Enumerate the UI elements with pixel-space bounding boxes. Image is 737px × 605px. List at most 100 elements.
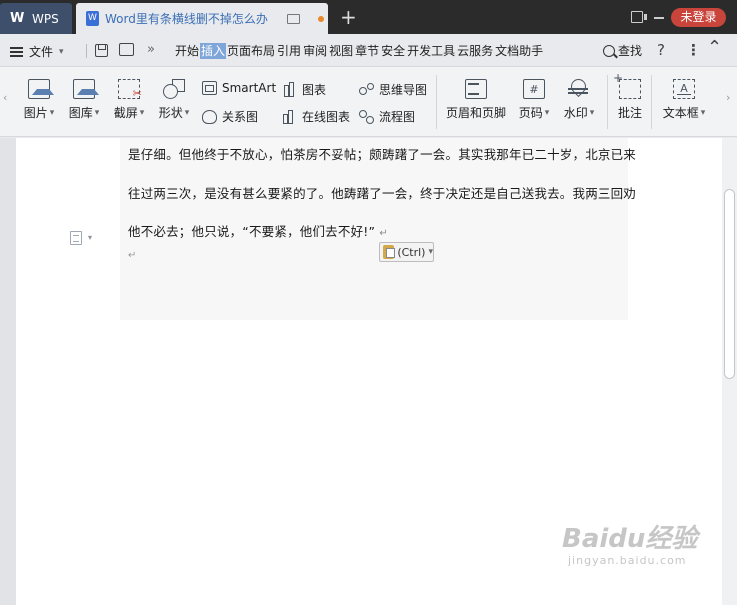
picture-label: 图片 (23, 106, 48, 120)
watermark-icon (568, 79, 590, 99)
document-tab-title: Word里有条横线删不掉怎么办 (105, 12, 268, 26)
chevron-down-icon: ▾ (59, 46, 64, 57)
tab-developer[interactable]: 开发工具 (406, 43, 456, 59)
chevron-down-icon: ▾ (184, 107, 190, 118)
document-tab[interactable]: W Word里有条横线删不掉怎么办 (76, 3, 328, 34)
online-chart-button[interactable]: 在线图表 (282, 108, 350, 125)
screenshot-label: 截屏 (113, 106, 138, 120)
login-button[interactable]: 未登录 (671, 8, 726, 27)
textbox-button[interactable]: A 文本框 ▾ (661, 79, 707, 121)
ribbon-divider (607, 75, 608, 129)
monitor-icon[interactable] (287, 13, 300, 24)
tab-references[interactable]: 引用 (276, 43, 302, 59)
paragraph-mark-icon: ↵ (379, 228, 388, 239)
chevron-down-icon: ▾ (589, 107, 595, 118)
tab-home[interactable]: 开始 (174, 43, 200, 59)
chevron-down-icon[interactable]: ▾ (88, 233, 92, 242)
window-mode-icon[interactable] (631, 11, 647, 23)
wps-home-tab[interactable]: W WPS (0, 3, 72, 34)
watermark-logo-text: Baidu经验 (562, 524, 698, 554)
file-menu-label: 文件 (29, 45, 54, 59)
gallery-icon (73, 79, 99, 99)
document-margin-icon[interactable] (70, 231, 82, 245)
page-number-label: 页码 (518, 106, 543, 120)
smartart-button[interactable]: SmartArt (202, 81, 276, 95)
save-icon[interactable] (95, 44, 108, 57)
flowchart-label: 流程图 (379, 110, 416, 124)
smartart-label: SmartArt (222, 81, 277, 95)
header-footer-button[interactable]: 页眉和页脚 (445, 79, 507, 121)
chart-button[interactable]: 图表 (282, 81, 326, 98)
mindmap-button[interactable]: 思维导图 (359, 81, 427, 98)
word-doc-icon: W (86, 11, 99, 26)
flowchart-button[interactable]: 流程图 (359, 108, 415, 125)
mindmap-icon (359, 82, 374, 97)
watermark-label: 水印 (563, 106, 588, 120)
minimize-icon[interactable] (654, 17, 664, 19)
clipboard-icon (383, 245, 396, 259)
tab-insert[interactable]: 插入 (200, 43, 227, 59)
relation-chart-icon (202, 109, 217, 124)
wps-logo-icon: W (10, 10, 25, 26)
document-line-2-text: 往过两三次，是没有甚么要紧的了。他踌躇了一会，终于决定还是自己送我去。我两三回劝 (128, 186, 637, 201)
tab-review[interactable]: 审阅 (302, 43, 328, 59)
paste-options-button[interactable]: (Ctrl) ▾ (379, 242, 434, 262)
document-line-2[interactable]: 往过两三次，是没有甚么要紧的了。他踌躇了一会，终于决定还是自己送我去。我两三回劝 (128, 183, 636, 202)
chevron-down-icon: ▾ (700, 107, 706, 118)
print-icon[interactable] (119, 43, 134, 56)
bar-chart-icon (282, 81, 297, 97)
tab-section[interactable]: 章节 (354, 43, 380, 59)
unsaved-dot-icon (318, 15, 324, 22)
divider (86, 44, 87, 58)
online-chart-label: 在线图表 (302, 110, 351, 124)
scissors-icon: ✂ (132, 87, 142, 100)
textbox-label: 文本框 (662, 106, 699, 120)
chevron-down-icon: ▾ (49, 107, 55, 118)
watermark-button[interactable]: 水印 ▾ (561, 79, 597, 121)
file-menu-button[interactable]: 文件 ▾ (10, 43, 64, 60)
header-footer-label: 页眉和页脚 (445, 106, 506, 120)
online-chart-icon (282, 109, 297, 124)
document-line-3[interactable]: 他不必去；他只说，“不要紧，他们去不好!” ↵ (128, 221, 388, 240)
document-line-1-text: 是仔细。但他终于不放心，怕茶房不妥帖；颇踌躇了一会。其实我那年已二十岁，北京已来 (128, 147, 637, 162)
screenshot-icon: ✂ (118, 79, 142, 100)
document-line-3-text: 他不必去；他只说，“不要紧，他们去不好!” (128, 224, 376, 239)
mindmap-label: 思维导图 (379, 83, 428, 97)
shape-icon (163, 79, 185, 99)
relation-chart-button[interactable]: 关系图 (202, 108, 258, 125)
tab-page-layout[interactable]: 页面布局 (226, 43, 276, 59)
menu-bar: 文件 ▾ » 开始 插入 页面布局 引用 审阅 视图 章节 安全 开发工具 云服… (0, 34, 737, 67)
find-button[interactable]: 查找 (603, 42, 642, 59)
more-chevron-icon[interactable]: » (147, 42, 155, 57)
gallery-button[interactable]: 图库 ▾ (67, 79, 101, 121)
screenshot-button[interactable]: ✂ 截屏 ▾ (112, 79, 146, 121)
ribbon-scroll-left-icon[interactable]: ‹ (3, 91, 7, 104)
vertical-scrollbar[interactable] (722, 138, 737, 605)
smartart-icon (202, 81, 217, 95)
picture-button[interactable]: 图片 ▾ (22, 79, 56, 121)
header-footer-icon (465, 79, 487, 99)
shape-circle-icon (163, 84, 178, 99)
collapse-ribbon-icon[interactable]: ⌃ (707, 37, 722, 58)
chevron-down-icon: ▾ (544, 107, 550, 118)
page-number-button[interactable]: # 页码 ▾ (516, 79, 552, 121)
gallery-label: 图库 (68, 106, 93, 120)
chevron-down-icon: ▾ (94, 107, 100, 118)
tab-cloud[interactable]: 云服务 (456, 43, 494, 59)
scrollbar-thumb[interactable] (724, 189, 735, 379)
more-options-icon[interactable]: ⋮ (686, 41, 701, 59)
chevron-down-icon: ▾ (139, 107, 145, 118)
comment-button[interactable]: 批注 (613, 71, 644, 121)
document-line-1[interactable]: 是仔细。但他终于不放心，怕茶房不妥帖；颇踌躇了一会。其实我那年已二十岁，北京已来 (128, 144, 636, 163)
ribbon-divider (436, 75, 437, 129)
shape-button[interactable]: 形状 ▾ (157, 79, 191, 121)
ribbon-scroll-right-icon[interactable]: › (726, 91, 730, 104)
tab-security[interactable]: 安全 (380, 43, 406, 59)
help-icon[interactable]: ? (657, 41, 665, 59)
empty-paragraph-mark-icon: ↵ (128, 250, 137, 261)
textbox-icon: A (673, 79, 695, 99)
page-number-icon: # (523, 79, 545, 99)
tab-doc-assistant[interactable]: 文档助手 (494, 43, 544, 59)
new-tab-plus-icon[interactable]: + (340, 6, 357, 28)
tab-view[interactable]: 视图 (328, 43, 354, 59)
